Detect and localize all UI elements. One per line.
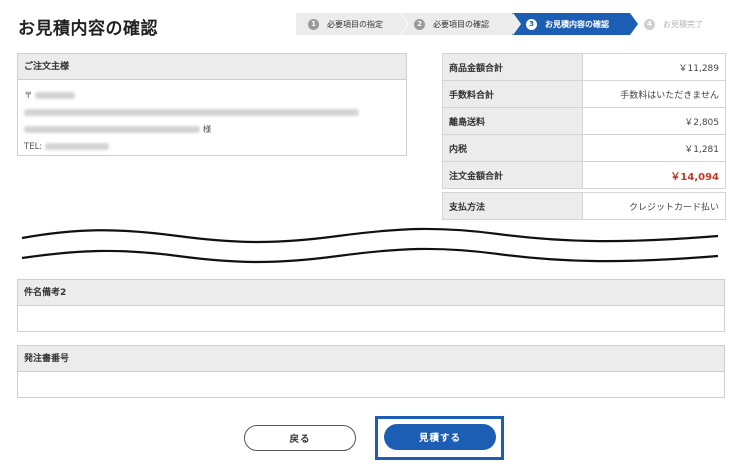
step-2: 2 必要項目の確認	[400, 13, 521, 35]
po-number-value	[18, 372, 724, 397]
progress-stepper: 1 必要項目の指定 2 必要項目の確認 3 お見積内容の確認 4 お見積完了	[296, 13, 724, 35]
customer-heading: ご注文主様	[18, 54, 406, 80]
remark2-field: 件名備考2	[17, 279, 725, 332]
step-number: 3	[526, 18, 537, 30]
step-label: お見積完了	[663, 19, 703, 29]
table-row: 離島送料 ￥2,805	[442, 107, 726, 135]
honorific: 様	[202, 125, 212, 135]
submit-estimate-button[interactable]: 見積する	[384, 424, 496, 450]
summary-value: クレジットカード払い	[582, 192, 726, 220]
table-row: 注文金額合計 ￥14,094	[442, 161, 726, 189]
remark2-label: 件名備考2	[18, 280, 724, 306]
postal-mark: 〒	[24, 91, 33, 101]
summary-label: 手数料合計	[442, 80, 583, 108]
page-title: お見積内容の確認	[18, 19, 158, 39]
summary-label: 注文金額合計	[442, 161, 583, 189]
remark2-value	[18, 306, 724, 331]
customer-details: 〒 様 TEL:	[18, 80, 406, 164]
step-1: 1 必要項目の指定	[296, 13, 409, 35]
tel-label: TEL:	[24, 142, 43, 152]
order-total-value: ￥14,094	[582, 161, 726, 189]
step-number: 1	[308, 18, 319, 30]
summary-label: 商品金額合計	[442, 53, 583, 81]
summary-value: 手数料はいただきません	[582, 80, 726, 108]
step-label: お見積内容の確認	[545, 19, 609, 29]
summary-label: 離島送料	[442, 107, 583, 135]
summary-label: 支払方法	[442, 192, 583, 220]
step-number: 4	[644, 18, 655, 30]
order-summary-table: 商品金額合計 ￥11,289 手数料合計 手数料はいただきません 離島送料 ￥2…	[442, 53, 726, 220]
step-4: 4 お見積完了	[630, 13, 724, 35]
summary-label: 内税	[442, 134, 583, 162]
po-number-label: 発注書番号	[18, 346, 724, 372]
step-number: 2	[414, 18, 425, 30]
step-3-current: 3 お見積内容の確認	[512, 13, 639, 35]
back-button[interactable]: 戻る	[244, 425, 356, 451]
table-row: 手数料合計 手数料はいただきません	[442, 80, 726, 108]
summary-value: ￥11,289	[582, 53, 726, 81]
content-cut-divider	[21, 227, 719, 264]
customer-info-box: ご注文主様 〒 様 TEL:	[17, 53, 407, 156]
table-row: 内税 ￥1,281	[442, 134, 726, 162]
step-label: 必要項目の確認	[433, 19, 489, 29]
summary-value: ￥2,805	[582, 107, 726, 135]
step-label: 必要項目の指定	[327, 19, 383, 29]
summary-value: ￥1,281	[582, 134, 726, 162]
po-number-field: 発注書番号	[17, 345, 725, 398]
table-row: 支払方法 クレジットカード払い	[442, 192, 726, 220]
table-row: 商品金額合計 ￥11,289	[442, 53, 726, 81]
